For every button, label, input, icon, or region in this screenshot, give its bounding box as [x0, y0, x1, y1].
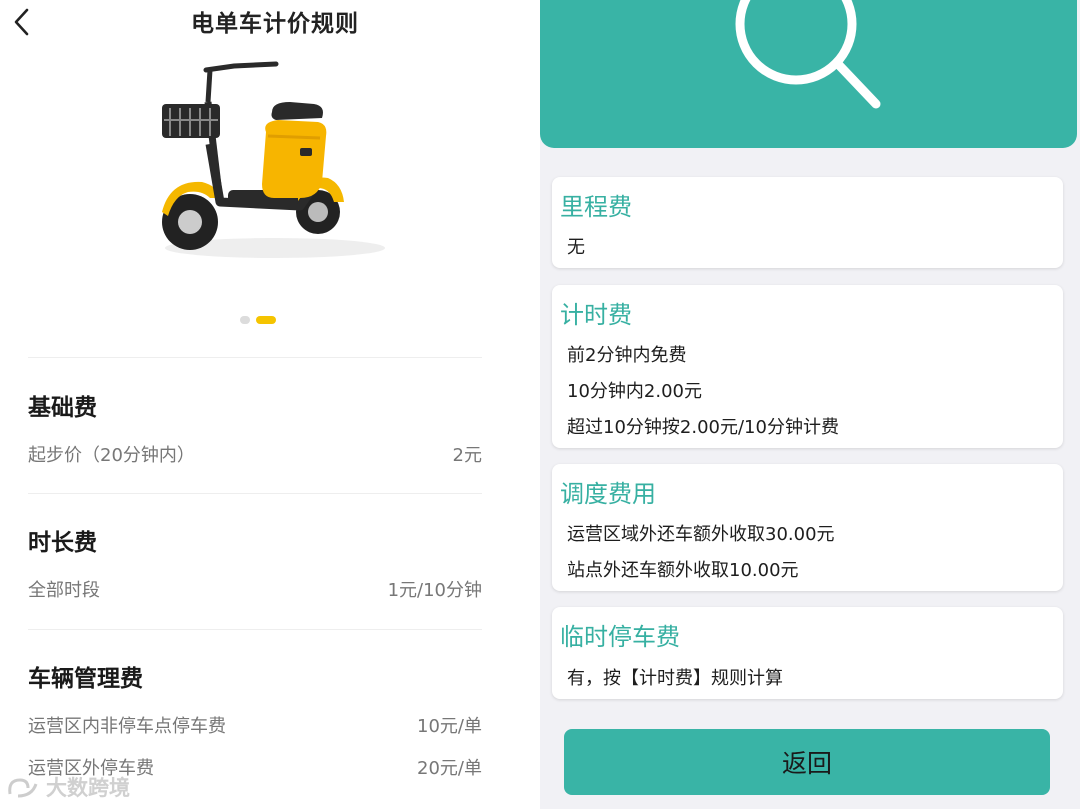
- fee-label: 全部时段: [28, 580, 100, 601]
- fee-value: 20元/单: [417, 758, 482, 779]
- left-pricing-screen: 电单车计价规则 基础费 起步价（20分钟内） 2元 时长费 全部时段 1元/10…: [0, 0, 520, 809]
- fee-label: 运营区内非停车点停车费: [28, 716, 226, 737]
- fee-value: 1元/10分钟: [387, 580, 482, 601]
- watermark-text: 大数跨境: [46, 776, 130, 800]
- ebike-image: [162, 61, 385, 258]
- fee-card-time: 计时费 前2分钟内免费 10分钟内2.00元 超过10分钟按2.00元/10分钟…: [552, 285, 1063, 448]
- fee-card-temp-parking: 临时停车费 有，按【计时费】规则计算: [552, 607, 1063, 699]
- fee-value: 2元: [452, 445, 482, 466]
- section-title-base-fee: 基础费: [28, 395, 97, 421]
- fee-row: 全部时段 1元/10分钟: [28, 576, 482, 602]
- section-title-duration-fee: 时长费: [28, 530, 97, 556]
- carousel-dot-active[interactable]: [256, 316, 276, 324]
- card-line: 站点外还车额外收取10.00元: [567, 560, 799, 581]
- divider: [28, 357, 482, 358]
- page-title: 电单车计价规则: [191, 11, 359, 37]
- header-banner: [540, 0, 1077, 148]
- search-icon: [735, 0, 881, 109]
- fee-row: 起步价（20分钟内） 2元: [28, 441, 482, 467]
- fee-value: 10元/单: [417, 716, 482, 737]
- card-line: 超过10分钟按2.00元/10分钟计费: [567, 417, 839, 438]
- card-title: 计时费: [560, 301, 632, 329]
- fee-label: 起步价（20分钟内）: [28, 445, 195, 466]
- card-title: 里程费: [560, 193, 632, 221]
- right-pricing-screen: 里程费 无 计时费 前2分钟内免费 10分钟内2.00元 超过10分钟按2.00…: [540, 0, 1080, 809]
- carousel-indicator: [240, 316, 276, 324]
- divider: [28, 629, 482, 630]
- card-line: 10分钟内2.00元: [567, 381, 702, 402]
- carousel-dot[interactable]: [240, 316, 250, 324]
- section-title-vehicle-fee: 车辆管理费: [28, 666, 143, 692]
- card-line: 无: [567, 237, 585, 258]
- watermark-logo-icon: [8, 778, 38, 798]
- fee-row: 运营区内非停车点停车费 10元/单: [28, 712, 482, 738]
- card-title: 临时停车费: [560, 623, 680, 651]
- card-line: 前2分钟内免费: [567, 345, 687, 366]
- watermark: 大数跨境: [6, 772, 130, 802]
- divider: [28, 493, 482, 494]
- fee-card-dispatch: 调度费用 运营区域外还车额外收取30.00元 站点外还车额外收取10.00元: [552, 464, 1063, 591]
- return-button[interactable]: 返回: [564, 729, 1050, 795]
- card-line: 有，按【计时费】规则计算: [567, 668, 783, 689]
- card-line: 运营区域外还车额外收取30.00元: [567, 524, 835, 545]
- fee-card-mileage: 里程费 无: [552, 177, 1063, 268]
- card-title: 调度费用: [560, 480, 656, 508]
